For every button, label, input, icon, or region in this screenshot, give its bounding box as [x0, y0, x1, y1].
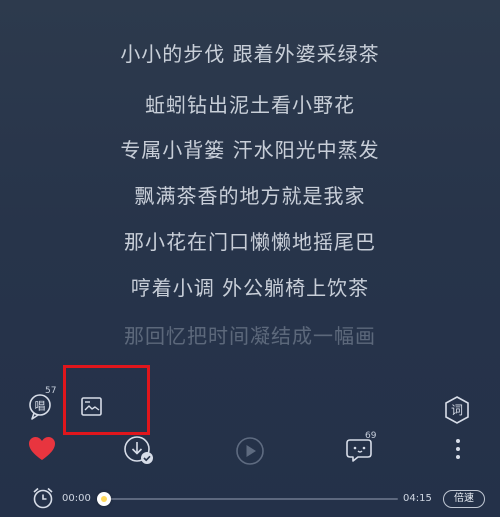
lyric-line[interactable]: 专属小背篓 汗水阳光中蒸发 — [0, 136, 500, 164]
progress-thumb[interactable] — [97, 492, 111, 506]
sleep-timer-button[interactable] — [31, 486, 55, 510]
lyric-line[interactable]: 蚯蚓钻出泥土看小野花 — [0, 91, 500, 119]
lyrics-button[interactable]: 词 — [443, 395, 471, 425]
download-icon — [124, 436, 153, 464]
alarm-clock-icon — [33, 487, 53, 509]
lyric-line[interactable]: 那小花在门口懒懒地摇尾巴 — [0, 228, 500, 256]
lyrics-button-label: 词 — [451, 403, 463, 417]
highlight-box — [63, 365, 150, 435]
total-time: 04:15 — [403, 493, 432, 504]
playback-speed-button[interactable]: 倍速 — [443, 490, 485, 508]
play-icon — [236, 437, 264, 465]
sing-label: 唱 — [35, 400, 46, 413]
sing-count-badge: 57 — [45, 386, 57, 396]
sing-button[interactable]: 唱 — [28, 393, 54, 421]
lyric-line[interactable]: 哼着小调 外公躺椅上饮茶 — [0, 274, 500, 302]
progress-bar[interactable] — [101, 498, 398, 500]
like-button[interactable] — [28, 436, 56, 462]
lyric-line[interactable]: 小小的步伐 跟着外婆采绿茶 — [0, 40, 500, 68]
current-time: 00:00 — [62, 493, 91, 504]
comment-count-badge: 69 — [365, 431, 377, 441]
microphone-icon: 唱 — [29, 394, 51, 420]
play-button[interactable] — [234, 436, 266, 466]
heart-icon — [29, 437, 55, 460]
lyric-line[interactable]: 那回忆把时间凝结成一幅画 — [0, 322, 500, 350]
hexagon-icon: 词 — [445, 396, 469, 424]
lyric-line[interactable]: 飘满茶香的地方就是我家 — [0, 182, 500, 210]
more-button[interactable] — [452, 437, 464, 463]
download-button[interactable] — [123, 434, 155, 466]
more-vertical-icon — [456, 439, 460, 459]
